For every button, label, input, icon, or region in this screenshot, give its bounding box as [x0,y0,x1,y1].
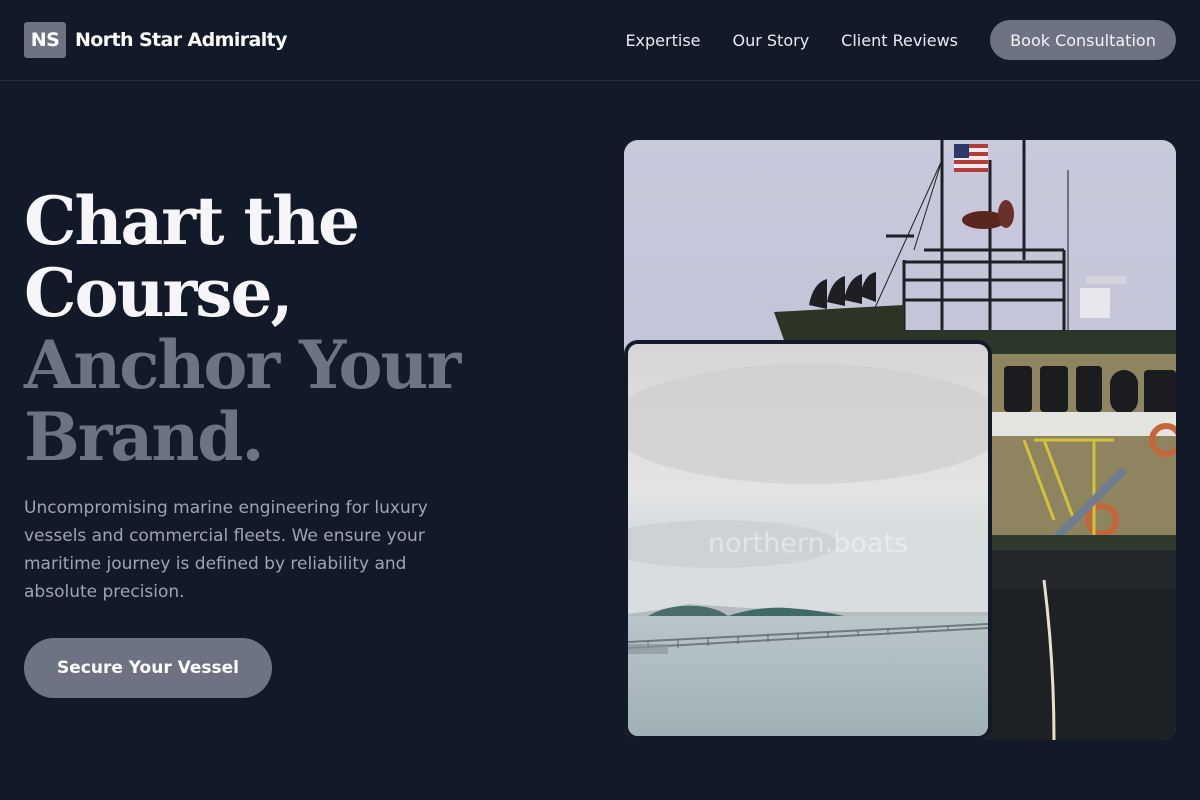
hero-title-line-4: Brand. [24,398,264,476]
nav-link-expertise[interactable]: Expertise [625,31,700,50]
brand-name: North Star Admiralty [75,29,288,51]
brand-logo[interactable]: NS North Star Admiralty [24,22,288,58]
image-watermark: northern.boats [707,528,909,559]
hero-title-line-3: Anchor Your [24,326,461,404]
hero-title-line-2: Course, [24,254,293,332]
brand-mark: NS [24,22,66,58]
site-header: NS North Star Admiralty Expertise Our St… [0,0,1200,81]
book-consultation-button[interactable]: Book Consultation [990,20,1176,60]
secure-your-vessel-button[interactable]: Secure Your Vessel [24,638,272,698]
nav-link-client-reviews[interactable]: Client Reviews [841,31,958,50]
nav-link-our-story[interactable]: Our Story [733,31,810,50]
sea-pier-photo: northern.boats [624,340,992,740]
hero-description: Uncompromising marine engineering for lu… [24,498,428,602]
hero-title-line-1: Chart the [24,182,360,260]
hero-title: Chart the Course, Anchor Your Brand. [24,185,494,473]
main-nav: Expertise Our Story Client Reviews Book … [625,20,1176,60]
